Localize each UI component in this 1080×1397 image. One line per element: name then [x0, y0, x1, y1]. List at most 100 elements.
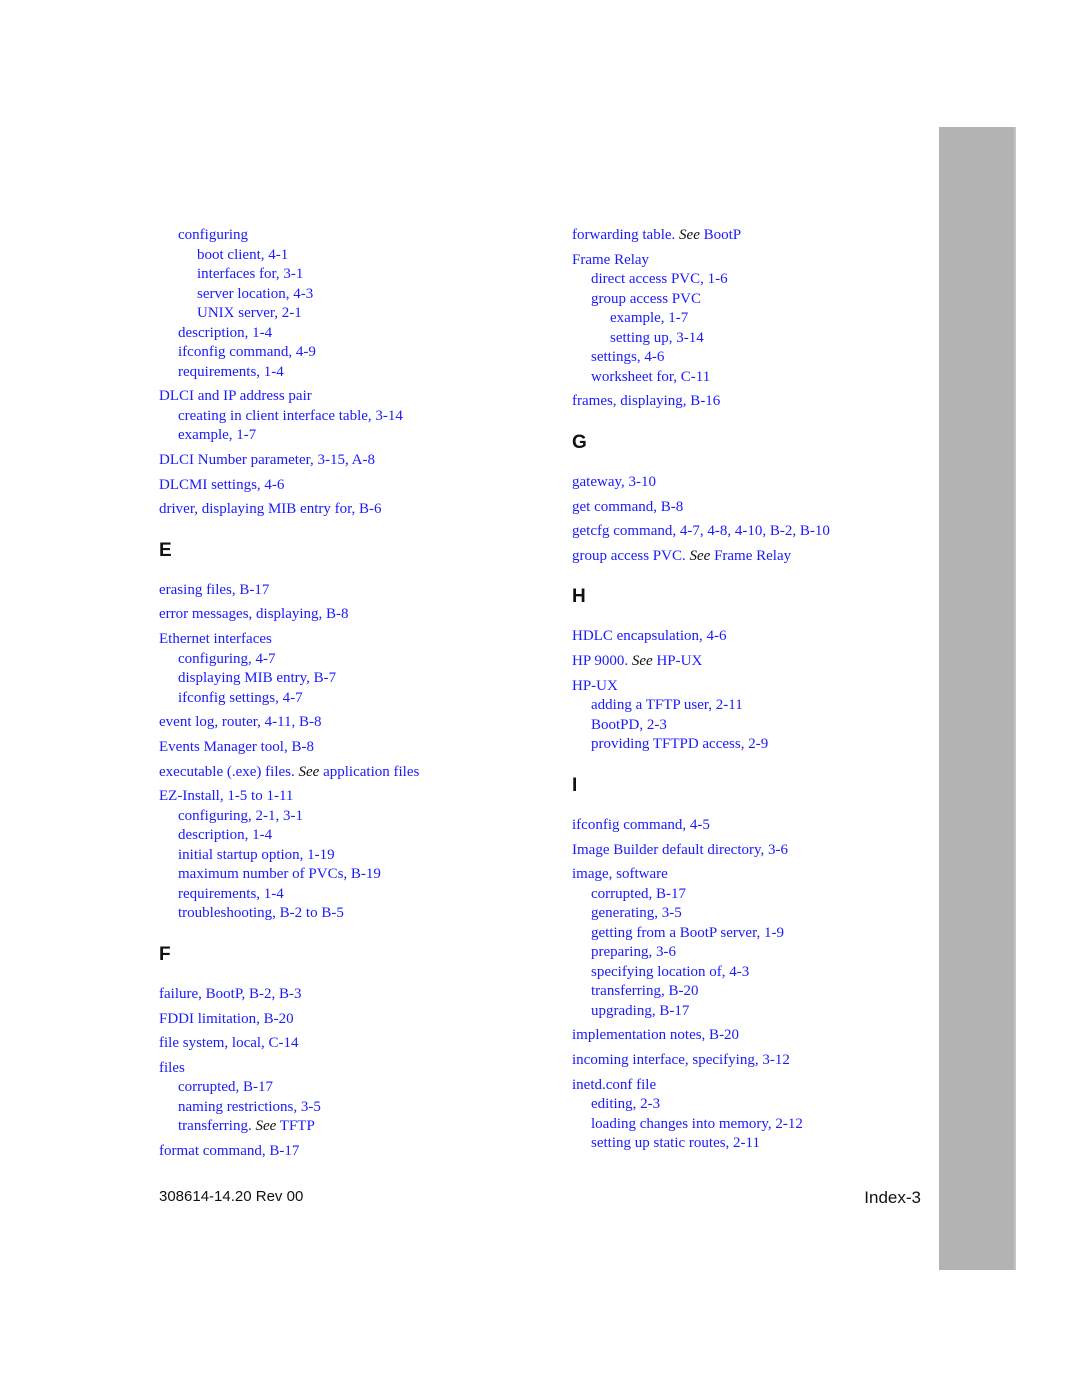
index-subterm[interactable]: worksheet for, C-11	[572, 368, 942, 388]
index-term-text[interactable]: inetd.conf file	[572, 1077, 656, 1093]
index-subterm[interactable]: displaying MIB entry, B-7	[159, 669, 529, 689]
index-term[interactable]: inetd.conf file	[572, 1076, 942, 1096]
index-subterm[interactable]: settings, 4-6	[572, 348, 942, 368]
index-term-text[interactable]: initial startup option, 1-19	[178, 847, 335, 863]
index-term[interactable]: HDLC encapsulation, 4-6	[572, 627, 942, 647]
index-subterm[interactable]: troubleshooting, B-2 to B-5	[159, 904, 529, 924]
index-subterm[interactable]: corrupted, B-17	[159, 1078, 529, 1098]
index-subterm[interactable]: UNIX server, 2-1	[159, 304, 529, 324]
index-term-text[interactable]: setting up, 3-14	[610, 330, 704, 346]
index-term-text[interactable]: FDDI limitation, B-20	[159, 1011, 294, 1027]
index-subterm[interactable]: getting from a BootP server, 1-9	[572, 924, 942, 944]
index-term-text[interactable]: corrupted, B-17	[178, 1079, 273, 1095]
index-term-text[interactable]: ifconfig command, 4-9	[178, 344, 316, 360]
index-term-text[interactable]: loading changes into memory, 2-12	[591, 1116, 803, 1132]
index-term-text[interactable]: transferring, B-20	[591, 983, 698, 999]
index-term-text[interactable]: example, 1-7	[178, 427, 256, 443]
index-term-text[interactable]: ifconfig settings, 4-7	[178, 690, 303, 706]
index-subterm[interactable]: generating, 3-5	[572, 904, 942, 924]
index-term-text[interactable]: providing TFTPD access, 2-9	[591, 736, 768, 752]
see-reference-target[interactable]: BootP	[704, 227, 742, 243]
index-term[interactable]: get command, B-8	[572, 498, 942, 518]
index-subterm[interactable]: adding a TFTP user, 2-11	[572, 696, 942, 716]
index-term[interactable]: Events Manager tool, B-8	[159, 738, 529, 758]
index-term[interactable]: incoming interface, specifying, 3-12	[572, 1051, 942, 1071]
index-term-text[interactable]: HDLC encapsulation, 4-6	[572, 628, 727, 644]
index-term[interactable]: error messages, displaying, B-8	[159, 605, 529, 625]
index-term-text[interactable]: naming restrictions, 3-5	[178, 1099, 321, 1115]
index-term-text[interactable]: format command, B-17	[159, 1143, 299, 1159]
index-subterm[interactable]: group access PVC	[572, 290, 942, 310]
index-term-text[interactable]: direct access PVC, 1-6	[591, 271, 728, 287]
index-subterm[interactable]: direct access PVC, 1-6	[572, 270, 942, 290]
index-term-text[interactable]: implementation notes, B-20	[572, 1027, 739, 1043]
index-subterm[interactable]: BootPD, 2-3	[572, 716, 942, 736]
index-subterm[interactable]: corrupted, B-17	[572, 885, 942, 905]
index-term[interactable]: frames, displaying, B-16	[572, 392, 942, 412]
index-term-text[interactable]: gateway, 3-10	[572, 474, 656, 490]
index-term-text[interactable]: image, software	[572, 866, 668, 882]
index-subterm[interactable]: server location, 4-3	[159, 285, 529, 305]
see-reference-target[interactable]: application files	[323, 764, 419, 780]
index-term-text[interactable]: specifying location of, 4-3	[591, 964, 749, 980]
index-term-text[interactable]: example, 1-7	[610, 310, 688, 326]
index-term[interactable]: getcfg command, 4-7, 4-8, 4-10, B-2, B-1…	[572, 522, 942, 542]
index-subterm[interactable]: example, 1-7	[572, 309, 942, 329]
index-subterm[interactable]: preparing, 3-6	[572, 943, 942, 963]
index-term[interactable]: DLCI and IP address pair	[159, 387, 529, 407]
index-term-text[interactable]: Ethernet interfaces	[159, 631, 272, 647]
index-term[interactable]: EZ-Install, 1-5 to 1-11	[159, 787, 529, 807]
index-term-text[interactable]: HP 9000.	[572, 653, 628, 669]
index-term-text[interactable]: requirements, 1-4	[178, 886, 284, 902]
see-reference-target[interactable]: TFTP	[280, 1118, 315, 1134]
index-subterm[interactable]: specifying location of, 4-3	[572, 963, 942, 983]
index-term-text[interactable]: event log, router, 4-11, B-8	[159, 714, 322, 730]
index-term[interactable]: failure, BootP, B-2, B-3	[159, 985, 529, 1005]
index-term-text[interactable]: transferring.	[178, 1118, 252, 1134]
index-term-text[interactable]: editing, 2-3	[591, 1096, 660, 1112]
index-term-text[interactable]: driver, displaying MIB entry for, B-6	[159, 501, 382, 517]
index-term-text[interactable]: worksheet for, C-11	[591, 369, 710, 385]
index-term-text[interactable]: adding a TFTP user, 2-11	[591, 697, 743, 713]
index-term-text[interactable]: HP-UX	[572, 678, 618, 694]
index-term[interactable]: DLCI Number parameter, 3-15, A-8	[159, 451, 529, 471]
index-subterm[interactable]: creating in client interface table, 3-14	[159, 407, 529, 427]
index-term-text[interactable]: DLCI Number parameter, 3-15, A-8	[159, 452, 375, 468]
index-term-text[interactable]: getting from a BootP server, 1-9	[591, 925, 784, 941]
index-subterm[interactable]: requirements, 1-4	[159, 885, 529, 905]
index-term-text[interactable]: UNIX server, 2-1	[197, 305, 302, 321]
index-subterm[interactable]: initial startup option, 1-19	[159, 846, 529, 866]
index-term[interactable]: group access PVC. See Frame Relay	[572, 547, 942, 567]
index-term[interactable]: HP-UX	[572, 677, 942, 697]
index-term-text[interactable]: group access PVC.	[572, 548, 686, 564]
index-subterm[interactable]: transferring. See TFTP	[159, 1117, 529, 1137]
index-term[interactable]: FDDI limitation, B-20	[159, 1010, 529, 1030]
index-term-text[interactable]: error messages, displaying, B-8	[159, 606, 349, 622]
index-term-text[interactable]: failure, BootP, B-2, B-3	[159, 986, 302, 1002]
index-subterm[interactable]: interfaces for, 3-1	[159, 265, 529, 285]
index-subterm[interactable]: transferring, B-20	[572, 982, 942, 1002]
index-term-text[interactable]: server location, 4-3	[197, 286, 313, 302]
index-term-text[interactable]: boot client, 4-1	[197, 247, 288, 263]
index-term-text[interactable]: getcfg command, 4-7, 4-8, 4-10, B-2, B-1…	[572, 523, 830, 539]
index-subterm[interactable]: configuring, 4-7	[159, 650, 529, 670]
index-term-text[interactable]: generating, 3-5	[591, 905, 682, 921]
index-subterm[interactable]: configuring, 2-1, 3-1	[159, 807, 529, 827]
index-subterm[interactable]: example, 1-7	[159, 426, 529, 446]
index-subterm[interactable]: setting up static routes, 2-11	[572, 1134, 942, 1154]
index-term[interactable]: erasing files, B-17	[159, 581, 529, 601]
index-subterm[interactable]: description, 1-4	[159, 826, 529, 846]
index-term-text[interactable]: configuring, 4-7	[178, 651, 275, 667]
index-term-text[interactable]: corrupted, B-17	[591, 886, 686, 902]
index-term-text[interactable]: ifconfig command, 4-5	[572, 817, 710, 833]
index-term-text[interactable]: BootPD, 2-3	[591, 717, 667, 733]
index-subterm[interactable]: naming restrictions, 3-5	[159, 1098, 529, 1118]
index-term-text[interactable]: upgrading, B-17	[591, 1003, 689, 1019]
index-term-text[interactable]: creating in client interface table, 3-14	[178, 408, 403, 424]
index-subterm[interactable]: setting up, 3-14	[572, 329, 942, 349]
index-term[interactable]: file system, local, C-14	[159, 1034, 529, 1054]
index-subterm[interactable]: upgrading, B-17	[572, 1002, 942, 1022]
index-term[interactable]: Image Builder default directory, 3-6	[572, 841, 942, 861]
index-term[interactable]: Ethernet interfaces	[159, 630, 529, 650]
index-term-text[interactable]: maximum number of PVCs, B-19	[178, 866, 381, 882]
